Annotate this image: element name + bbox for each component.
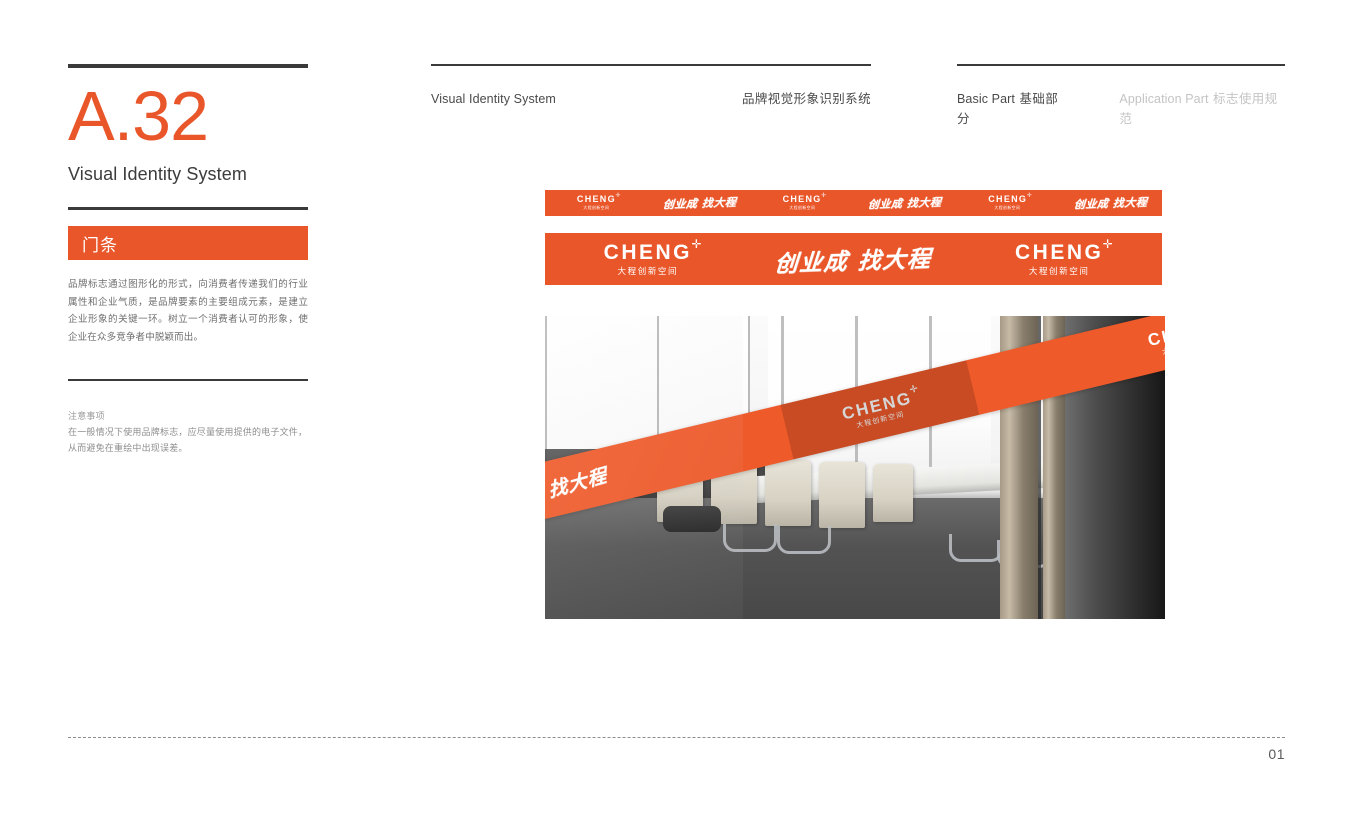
brand-wordmark-text: CHENG xyxy=(988,194,1028,205)
divider-under-subtitle xyxy=(68,207,308,210)
brand-wordmark-text: CHENG xyxy=(603,241,692,265)
brand-tagline: 大程创新空间 xyxy=(583,205,610,211)
photo-chair xyxy=(873,464,913,522)
brand-wordmark-text: CHENG xyxy=(576,194,616,205)
chapter-subtitle: Visual Identity System xyxy=(68,164,247,184)
divider-above-notes xyxy=(68,379,308,381)
strip-segment-slogan: 创业成 找大程 xyxy=(751,242,957,278)
chapter-number: A.32 xyxy=(68,77,209,155)
left-info-column: A.32 Visual Identity System 门条 品牌标志通过图形化… xyxy=(68,64,308,456)
photo-chair xyxy=(819,462,865,528)
brand-wordmark-wrapper: CHENG ✛ xyxy=(603,238,702,265)
photo-chair-base xyxy=(777,526,831,554)
brand-plus-icon: ✛ xyxy=(691,237,704,252)
brand-wordmark-wrapper: CHENG ✛ xyxy=(1015,238,1113,265)
photo-ribbon-lockup: CHENG ✛ 大程创新空间 xyxy=(1145,316,1165,358)
notes-title: 注意事项 xyxy=(68,411,105,421)
page-number: 01 xyxy=(1268,746,1285,762)
header-center-row: Visual Identity System 品牌视觉形象识别系统 xyxy=(431,88,871,107)
section-title-label: 门条 xyxy=(82,235,118,255)
brand-slogan: 创业成 找大程 xyxy=(661,195,737,212)
brand-lockup: CHENG ✛ 大程创新空间 xyxy=(576,193,621,211)
header-right-divider xyxy=(957,64,1285,66)
brand-wordmark-wrapper: CHENG ✛ xyxy=(988,193,1032,205)
brand-tagline: 大程创新空间 xyxy=(789,205,816,211)
photo-ribbon-plus-icon: ✛ xyxy=(907,382,921,396)
header-center-divider xyxy=(431,64,871,66)
photo-chair xyxy=(765,460,811,526)
brand-lockup: CHENG ✛ 大程创新空间 xyxy=(782,193,827,211)
brand-tagline: 大程创新空间 xyxy=(1028,266,1090,277)
brand-plus-icon: ✛ xyxy=(1102,237,1116,252)
tab-application-part[interactable]: Application Part 标志使用规范 xyxy=(1119,88,1285,128)
strip-segment-logo: CHENG ✛ 大程创新空间 xyxy=(956,193,1059,211)
application-photo-mockup: 创业成 找大程 CHENG ✛ 大程创新空间 CHENG ✛ 大程创新空间 xyxy=(545,316,1165,619)
strip-segment-logo: CHENG ✛ 大程创新空间 xyxy=(956,238,1162,277)
photo-chair-base xyxy=(723,524,777,552)
brand-wordmark-wrapper: CHENG ✛ xyxy=(782,193,827,205)
brand-slogan: 创业成 找大程 xyxy=(867,195,943,212)
section-body-copy: 品牌标志通过图形化的形式，向消费者传递我们的行业属性和企业气质，是品牌要素的主要… xyxy=(68,279,308,343)
brand-lockup: CHENG ✛ 大程创新空间 xyxy=(988,193,1032,211)
footer-dashed-divider xyxy=(68,737,1285,738)
brand-plus-icon: ✛ xyxy=(1026,193,1034,200)
photo-chair-base xyxy=(949,534,1003,562)
brand-lockup: CHENG ✛ 大程创新空间 xyxy=(1015,238,1113,277)
brand-slogan: 创业成 找大程 xyxy=(1073,195,1148,212)
notes-text: 在一般情况下使用品牌标志，应尽量使用提供的电子文件，从而避免在重绘中出现误差。 xyxy=(68,427,308,453)
photo-conference-phone xyxy=(663,506,721,532)
strip-segment-logo: CHENG ✛ 大程创新空间 xyxy=(545,193,648,211)
brand-slogan: 创业成 找大程 xyxy=(773,245,933,278)
page-canvas: A.32 Visual Identity System 门条 品牌标志通过图形化… xyxy=(0,0,1366,828)
photo-ribbon-wordmark-wrapper: CHENG ✛ xyxy=(1145,316,1165,350)
tab-basic-part[interactable]: Basic Part 基础部分 xyxy=(957,88,1067,128)
brand-lockup: CHENG ✛ 大程创新空间 xyxy=(603,238,702,277)
strip-segment-slogan: 创业成 找大程 xyxy=(1059,195,1162,212)
photo-ribbon-wordmark-text: CHENG xyxy=(1145,316,1165,350)
header-right-row: Basic Part 基础部分 Application Part 标志使用规范 xyxy=(957,88,1285,128)
brand-plus-icon: ✛ xyxy=(821,193,828,200)
notes-block: 注意事项 在一般情况下使用品牌标志，应尽量使用提供的电子文件，从而避免在重绘中出… xyxy=(68,408,308,456)
photo-ribbon-lockup: CHENG ✛ 大程创新空间 xyxy=(840,382,921,431)
strip-segment-logo: CHENG ✛ 大程创新空间 xyxy=(545,238,751,277)
door-strip-narrow-preview: CHENG ✛ 大程创新空间 创业成 找大程 CHENG ✛ 大程创新空间 创业… xyxy=(545,190,1162,216)
strip-segment-slogan: 创业成 找大程 xyxy=(648,195,751,212)
tab-basic-part-english: Basic Part xyxy=(957,92,1015,106)
door-strip-wide-preview: CHENG ✛ 大程创新空间 创业成 找大程 CHENG ✛ 大程创新空间 xyxy=(545,233,1162,285)
top-divider-thick xyxy=(68,64,308,68)
brand-plus-icon: ✛ xyxy=(615,193,622,200)
header-center-group: Visual Identity System 品牌视觉形象识别系统 xyxy=(431,64,871,107)
brand-tagline: 大程创新空间 xyxy=(994,205,1021,211)
header-center-chinese: 品牌视觉形象识别系统 xyxy=(741,92,871,106)
brand-wordmark-wrapper: CHENG ✛ xyxy=(576,193,621,205)
strip-segment-logo: CHENG ✛ 大程创新空间 xyxy=(751,193,854,211)
tab-application-part-english: Application Part xyxy=(1119,92,1209,106)
brand-wordmark-text: CHENG xyxy=(782,194,822,205)
strip-segment-slogan: 创业成 找大程 xyxy=(853,195,956,212)
header-center-english: Visual Identity System xyxy=(431,92,556,106)
header-right-group: Basic Part 基础部分 Application Part 标志使用规范 xyxy=(957,64,1285,128)
brand-tagline: 大程创新空间 xyxy=(617,266,679,277)
brand-wordmark-text: CHENG xyxy=(1015,241,1104,265)
section-title-band: 门条 xyxy=(68,226,308,260)
